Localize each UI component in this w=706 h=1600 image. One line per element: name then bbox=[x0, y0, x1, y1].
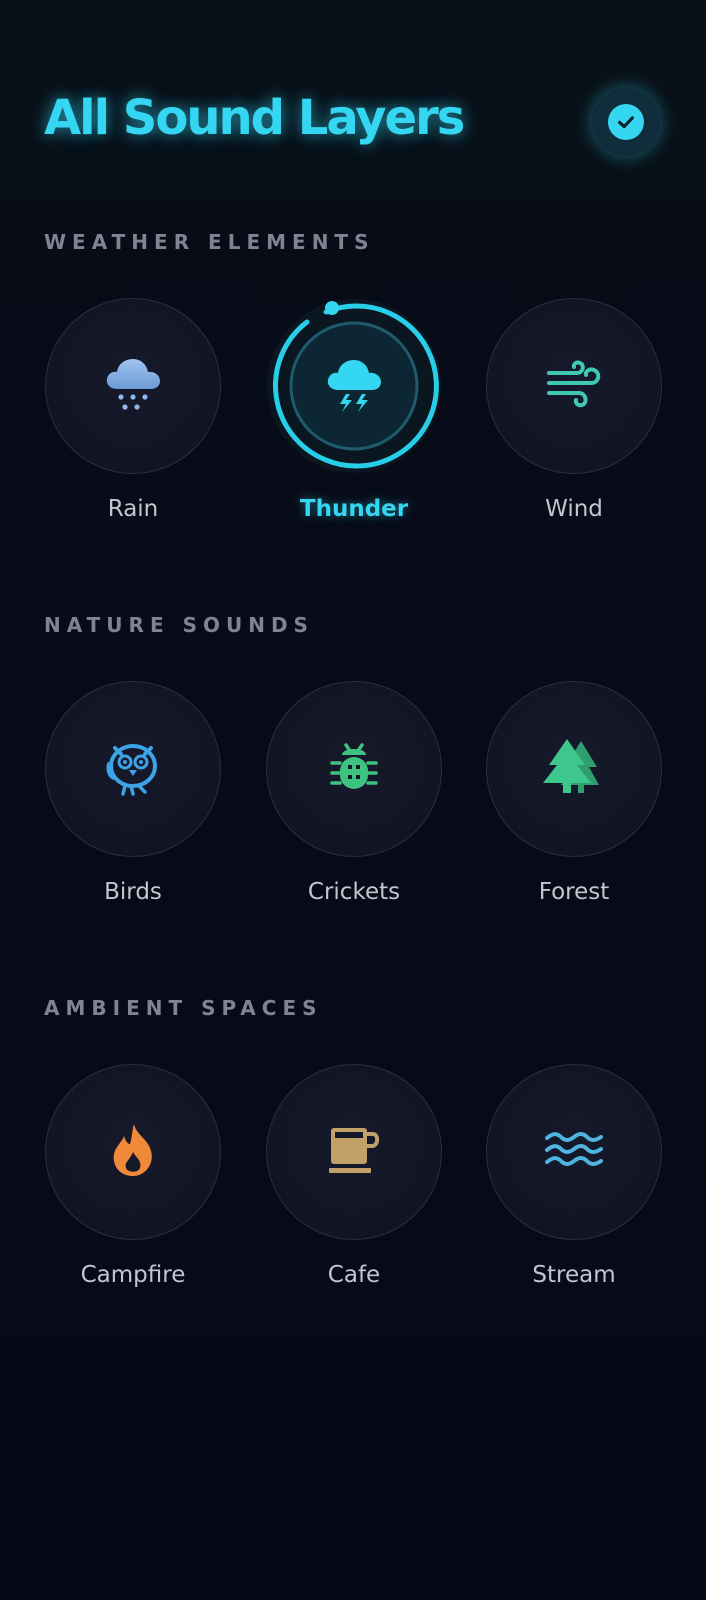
sound-label: Rain bbox=[107, 496, 159, 522]
section-label-weather: WEATHER ELEMENTS bbox=[44, 230, 375, 254]
fire-icon bbox=[110, 1122, 156, 1182]
sound-item-thunder[interactable]: Thunder bbox=[266, 298, 442, 538]
sound-item-rain[interactable]: Rain bbox=[45, 298, 221, 538]
sound-label: Wind bbox=[545, 496, 603, 522]
sound-item-campfire[interactable]: Campfire bbox=[45, 1064, 221, 1304]
sound-label: Forest bbox=[538, 879, 610, 905]
sound-circle bbox=[45, 298, 221, 474]
sound-label: Cafe bbox=[327, 1262, 381, 1288]
sound-item-crickets[interactable]: Crickets bbox=[266, 681, 442, 921]
cloud-lightning-icon bbox=[324, 354, 384, 420]
sound-label: Thunder bbox=[299, 496, 409, 522]
section-label-nature: NATURE SOUNDS bbox=[44, 613, 314, 637]
sound-item-stream[interactable]: Stream bbox=[486, 1064, 662, 1304]
water-waves-icon bbox=[545, 1132, 603, 1172]
wind-icon bbox=[545, 359, 603, 413]
sound-item-wind[interactable]: Wind bbox=[486, 298, 662, 538]
page-title: All Sound Layers bbox=[44, 90, 465, 146]
sound-circle bbox=[266, 681, 442, 857]
trees-icon bbox=[541, 739, 607, 799]
sound-circle bbox=[266, 1064, 442, 1240]
owl-icon bbox=[105, 738, 161, 800]
bug-icon bbox=[330, 741, 378, 797]
sound-label: Crickets bbox=[307, 879, 401, 905]
header: All Sound Layers bbox=[0, 0, 706, 200]
sound-item-birds[interactable]: Birds bbox=[45, 681, 221, 921]
sound-layers-screen: All Sound Layers WEATHER ELEMENTS Rain T… bbox=[0, 0, 706, 1600]
sound-item-cafe[interactable]: Cafe bbox=[266, 1064, 442, 1304]
sound-circle bbox=[486, 298, 662, 474]
sound-item-forest[interactable]: Forest bbox=[486, 681, 662, 921]
sound-label: Birds bbox=[104, 879, 162, 905]
sound-circle bbox=[486, 1064, 662, 1240]
sound-label: Stream bbox=[532, 1262, 616, 1288]
coffee-mug-icon bbox=[327, 1124, 381, 1180]
check-icon bbox=[608, 104, 644, 140]
sound-label: Campfire bbox=[80, 1262, 186, 1288]
cloud-rain-icon bbox=[103, 353, 163, 419]
sound-circle bbox=[45, 1064, 221, 1240]
confirm-button[interactable] bbox=[592, 88, 660, 156]
sound-circle bbox=[45, 681, 221, 857]
section-label-ambient: AMBIENT SPACES bbox=[44, 996, 323, 1020]
sound-circle bbox=[486, 681, 662, 857]
